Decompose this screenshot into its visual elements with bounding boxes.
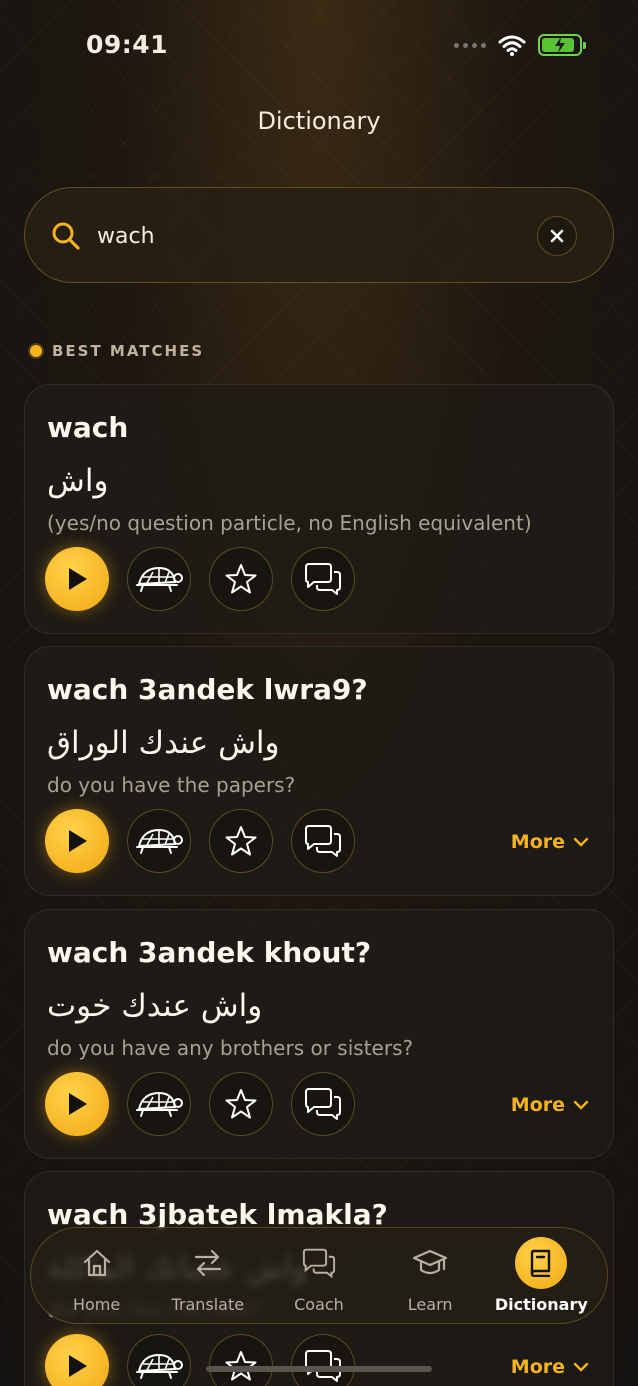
result-arabic: واش (47, 463, 109, 499)
chat-bubbles-icon (305, 825, 341, 857)
more-button[interactable]: More (511, 1094, 589, 1116)
favorite-button[interactable] (209, 1072, 273, 1136)
play-icon (69, 1093, 87, 1115)
play-button[interactable] (45, 547, 109, 611)
slow-play-button[interactable] (127, 809, 191, 873)
section-header: BEST MATCHES (30, 342, 204, 360)
chevron-down-icon (573, 837, 589, 847)
search-icon (52, 222, 80, 250)
more-label: More (510, 1094, 565, 1116)
page-title: Dictionary (257, 107, 381, 135)
status-time: 09:41 (86, 30, 169, 59)
star-icon (225, 826, 257, 856)
tab-coach[interactable]: Coach (267, 1237, 371, 1314)
more-label: More (510, 1356, 565, 1378)
tab-bar: Home Translate Coach Learn Dictionary (30, 1227, 608, 1324)
chevron-down-icon (573, 1100, 589, 1110)
swap-arrows-icon (182, 1237, 234, 1289)
clear-search-button[interactable] (537, 216, 577, 256)
result-word: wach (47, 411, 129, 444)
status-icons (454, 34, 586, 56)
play-icon (69, 830, 87, 852)
book-icon (515, 1237, 568, 1289)
play-button[interactable] (45, 809, 109, 873)
play-button[interactable] (45, 1072, 109, 1136)
close-icon (550, 229, 564, 243)
wifi-icon (498, 35, 526, 56)
chat-bubbles-icon (293, 1237, 345, 1289)
chat-button[interactable] (291, 1334, 355, 1386)
result-arabic: واش عندك الوراق (47, 725, 280, 761)
slow-play-button[interactable] (127, 1072, 191, 1136)
tab-label: Dictionary (494, 1295, 588, 1314)
turtle-icon (136, 828, 183, 854)
cellular-signal-icon (454, 42, 486, 48)
search-input[interactable] (97, 216, 517, 256)
tab-label: Coach (294, 1295, 344, 1314)
turtle-icon (136, 566, 183, 592)
tab-home[interactable]: Home (45, 1237, 149, 1314)
chat-button[interactable] (291, 1072, 355, 1136)
chat-bubbles-icon (305, 1088, 341, 1120)
result-actions (45, 547, 355, 611)
tab-label: Home (72, 1295, 121, 1314)
chat-bubbles-icon (305, 563, 341, 595)
slow-play-button[interactable] (127, 547, 191, 611)
result-word: wach 3andek lwra9? (47, 673, 368, 706)
chevron-down-icon (573, 1362, 589, 1372)
search-bar[interactable] (24, 187, 614, 283)
star-icon (225, 564, 257, 594)
result-actions (45, 1072, 355, 1136)
play-button[interactable] (45, 1334, 109, 1386)
turtle-icon (136, 1353, 183, 1379)
home-icon (71, 1237, 123, 1289)
battery-icon (538, 34, 586, 56)
result-arabic: واش عندك خوت (47, 988, 263, 1024)
chat-button[interactable] (291, 547, 355, 611)
tab-label: Learn (407, 1295, 453, 1314)
favorite-button[interactable] (209, 1334, 273, 1386)
favorite-button[interactable] (209, 547, 273, 611)
star-icon (225, 1089, 257, 1119)
result-card[interactable]: wach 3andek khout? واش عندك خوت do you h… (24, 909, 614, 1159)
result-actions (45, 809, 355, 873)
more-label: More (510, 831, 565, 853)
result-translation: do you have any brothers or sisters? (47, 1036, 414, 1060)
result-card[interactable]: wach 3andek lwra9? واش عندك الوراق do yo… (24, 646, 614, 896)
result-card[interactable]: wach واش (yes/no question particle, no E… (24, 384, 614, 634)
play-icon (69, 1355, 87, 1377)
tab-dictionary[interactable]: Dictionary (489, 1237, 593, 1314)
play-icon (69, 568, 87, 590)
result-translation: do you have the papers? (47, 773, 296, 797)
more-button[interactable]: More (511, 1356, 589, 1378)
status-bar: 09:41 (0, 0, 638, 92)
tab-translate[interactable]: Translate (156, 1237, 260, 1314)
slow-play-button[interactable] (127, 1334, 191, 1386)
result-translation: (yes/no question particle, no English eq… (47, 511, 532, 535)
home-indicator (206, 1366, 432, 1372)
section-dot-icon (30, 345, 42, 357)
more-button[interactable]: More (511, 831, 589, 853)
graduation-cap-icon (404, 1237, 456, 1289)
section-title: BEST MATCHES (52, 342, 205, 360)
favorite-button[interactable] (209, 809, 273, 873)
result-word: wach 3andek khout? (47, 936, 372, 969)
turtle-icon (136, 1091, 183, 1117)
tab-label: Translate (171, 1295, 245, 1314)
result-actions (45, 1334, 355, 1386)
tab-learn[interactable]: Learn (378, 1237, 482, 1314)
chat-button[interactable] (291, 809, 355, 873)
